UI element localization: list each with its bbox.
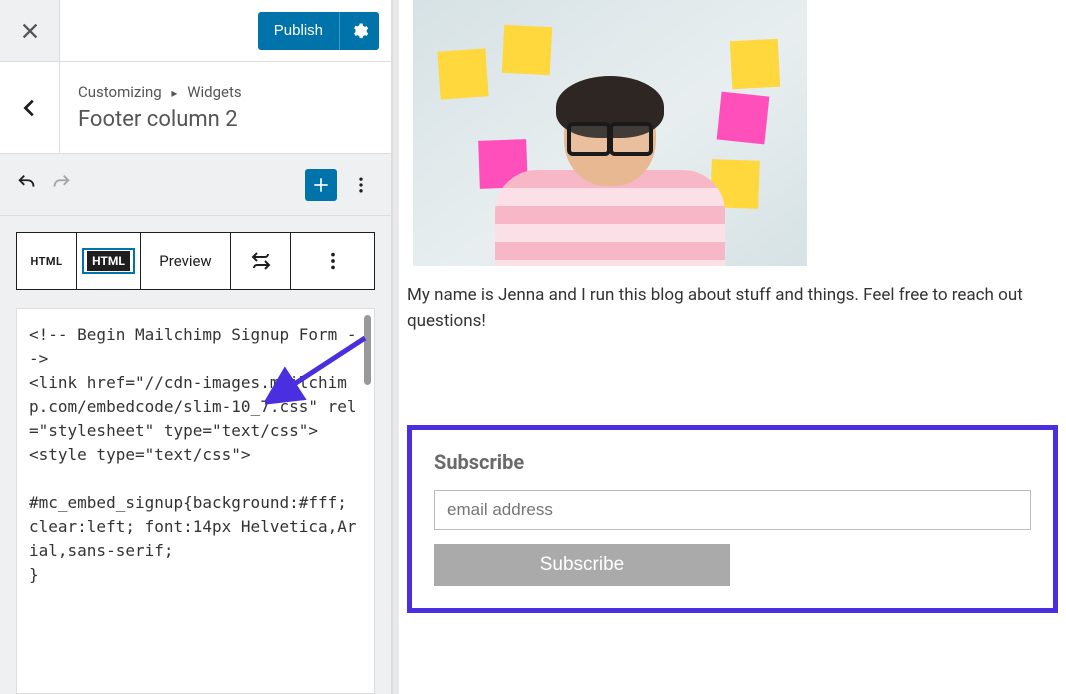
subscribe-button[interactable]: Subscribe — [434, 544, 730, 586]
subscribe-form-highlight: Subscribe Subscribe — [407, 425, 1058, 613]
gear-icon — [351, 22, 369, 40]
back-button[interactable] — [0, 62, 60, 153]
redo-button[interactable] — [50, 172, 72, 198]
block-transform-button[interactable] — [231, 233, 291, 289]
author-photo — [413, 0, 807, 266]
block-toolbar: HTML HTML Preview — [16, 232, 375, 290]
block-more-button[interactable] — [291, 233, 374, 289]
editor-workspace: HTML HTML Preview <!-- Begin Mailchimp S… — [0, 216, 391, 694]
undo-button[interactable] — [16, 172, 38, 198]
html-code-editor[interactable]: <!-- Begin Mailchimp Signup Form --> <li… — [16, 308, 375, 694]
publish-button-label: Publish — [258, 22, 339, 39]
editor-toolbar — [0, 154, 391, 216]
author-bio-text: My name is Jenna and I run this blog abo… — [399, 282, 1066, 335]
publish-button[interactable]: Publish — [258, 12, 379, 50]
block-type-label[interactable]: HTML — [17, 233, 77, 289]
breadcrumb-root: Customizing — [78, 83, 162, 101]
editor-scrollbar[interactable] — [364, 315, 371, 385]
publish-settings-button[interactable] — [339, 12, 379, 50]
customizer-panel: Publish Customizing ▸ Widgets Footer col… — [0, 0, 392, 694]
html-mode-button[interactable]: HTML — [77, 233, 141, 289]
customizer-top-bar: Publish — [0, 0, 391, 62]
more-vertical-icon — [322, 250, 344, 272]
editor-more-button[interactable] — [347, 175, 375, 195]
plus-icon — [311, 175, 331, 195]
add-block-button[interactable] — [305, 169, 337, 201]
more-vertical-icon — [351, 175, 371, 195]
transform-icon — [249, 249, 273, 273]
breadcrumb-row: Customizing ▸ Widgets Footer column 2 — [0, 62, 391, 154]
breadcrumb-leaf: Widgets — [187, 83, 241, 101]
undo-icon — [16, 172, 38, 194]
html-code-content: <!-- Begin Mailchimp Signup Form --> <li… — [29, 323, 362, 587]
close-button[interactable] — [0, 0, 60, 61]
subscribe-email-input[interactable] — [434, 490, 1031, 530]
close-icon — [19, 20, 41, 42]
preview-resize-handle[interactable] — [393, 0, 399, 694]
breadcrumb: Customizing ▸ Widgets — [78, 83, 242, 101]
redo-icon — [50, 172, 72, 194]
breadcrumb-separator: ▸ — [171, 86, 177, 100]
html-chip: HTML — [87, 251, 130, 271]
chevron-left-icon — [19, 97, 41, 119]
site-preview: My name is Jenna and I run this blog abo… — [392, 0, 1066, 694]
page-title: Footer column 2 — [78, 107, 242, 132]
preview-mode-button[interactable]: Preview — [141, 233, 231, 289]
subscribe-heading: Subscribe — [434, 450, 1031, 474]
